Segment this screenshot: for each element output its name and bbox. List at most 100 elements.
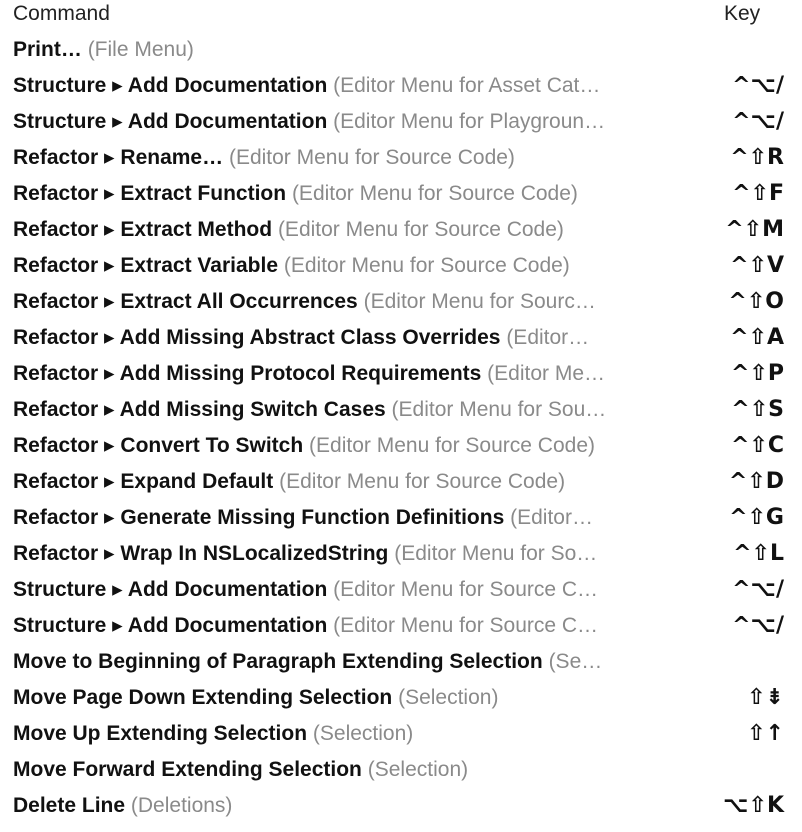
command-name: Structure ▸ Add Documentation: [13, 614, 328, 637]
table-row[interactable]: Move Forward Extending Selection (Select…: [0, 752, 802, 788]
table-row[interactable]: Structure ▸ Add Documentation (Editor Me…: [0, 572, 802, 608]
key-binding-cell[interactable]: ^⌥/: [732, 109, 784, 135]
command-context: (Se…: [548, 650, 603, 673]
key-column-header[interactable]: Key: [724, 2, 760, 26]
command-context: (File Menu): [87, 38, 194, 61]
key-binding-cell[interactable]: ^⌥/: [732, 577, 784, 603]
key-binding-cell[interactable]: ^⇧R: [730, 145, 784, 171]
command-cell: Structure ▸ Add Documentation (Editor Me…: [13, 109, 661, 135]
table-row[interactable]: Refactor ▸ Add Missing Protocol Requirem…: [0, 356, 802, 392]
table-row[interactable]: Structure ▸ Add Documentation (Editor Me…: [0, 104, 802, 140]
table-row[interactable]: Refactor ▸ Extract All Occurrences (Edit…: [0, 284, 802, 320]
command-cell: Structure ▸ Add Documentation (Editor Me…: [13, 73, 661, 99]
command-context: (Editor…: [510, 506, 593, 529]
command-cell: Move to Beginning of Paragraph Extending…: [13, 649, 661, 675]
command-cell: Delete Line (Deletions): [13, 793, 661, 819]
command-cell: Refactor ▸ Generate Missing Function Def…: [13, 505, 661, 531]
command-cell: Refactor ▸ Wrap In NSLocalizedString (Ed…: [13, 541, 661, 567]
command-cell: Refactor ▸ Add Missing Protocol Requirem…: [13, 361, 661, 387]
command-context: (Editor Menu for Source Code): [279, 470, 566, 493]
command-cell: Structure ▸ Add Documentation (Editor Me…: [13, 613, 661, 639]
table-row[interactable]: Move to Beginning of Paragraph Extending…: [0, 644, 802, 680]
command-name: Refactor ▸ Rename…: [13, 146, 224, 169]
command-name: Refactor ▸ Extract Function: [13, 182, 287, 205]
key-binding-cell[interactable]: ^⇧O: [728, 289, 784, 315]
command-context: (Deletions): [130, 794, 233, 817]
command-context: (Editor Menu for Source C…: [333, 614, 599, 637]
table-row[interactable]: Move Page Down Extending Selection (Sele…: [0, 680, 802, 716]
key-binding-cell[interactable]: ⌥⇧K: [723, 793, 784, 819]
command-cell: Move Forward Extending Selection (Select…: [13, 757, 661, 783]
command-context: (Editor Menu for Playgroun…: [333, 110, 606, 133]
key-binding-cell[interactable]: ^⇧A: [730, 325, 784, 351]
table-row[interactable]: Refactor ▸ Extract Variable (Editor Menu…: [0, 248, 802, 284]
command-name: Delete Line: [13, 794, 126, 817]
command-name: Refactor ▸ Expand Default: [13, 470, 274, 493]
command-cell: Refactor ▸ Rename… (Editor Menu for Sour…: [13, 145, 661, 171]
command-name: Structure ▸ Add Documentation: [13, 110, 328, 133]
command-cell: Refactor ▸ Add Missing Abstract Class Ov…: [13, 325, 661, 351]
table-row[interactable]: Refactor ▸ Extract Method (Editor Menu f…: [0, 212, 802, 248]
command-name: Print…: [13, 38, 82, 61]
command-context: (Selection): [367, 758, 469, 781]
key-binding-cell[interactable]: ^⇧L: [733, 541, 784, 567]
key-binding-cell[interactable]: ^⌥/: [732, 73, 784, 99]
command-context: (Editor Menu for Asset Cat…: [333, 74, 601, 97]
table-row[interactable]: Refactor ▸ Extract Function (Editor Menu…: [0, 176, 802, 212]
table-row[interactable]: Delete Line (Deletions) ⌥⇧K: [0, 788, 802, 824]
key-binding-cell[interactable]: ⇧↑: [747, 721, 784, 747]
command-cell: Refactor ▸ Extract Function (Editor Menu…: [13, 181, 661, 207]
command-name: Refactor ▸ Extract Method: [13, 218, 273, 241]
command-context: (Editor Menu for Sou…: [391, 398, 607, 421]
table-row[interactable]: Refactor ▸ Wrap In NSLocalizedString (Ed…: [0, 536, 802, 572]
command-context: (Editor Menu for Source Code): [228, 146, 515, 169]
command-column-header[interactable]: Command: [13, 2, 110, 26]
table-row[interactable]: Structure ▸ Add Documentation (Editor Me…: [0, 68, 802, 104]
command-name: Move to Beginning of Paragraph Extending…: [13, 650, 543, 673]
key-binding-cell[interactable]: ^⇧V: [730, 253, 784, 279]
table-row[interactable]: Refactor ▸ Generate Missing Function Def…: [0, 500, 802, 536]
command-name: Refactor ▸ Add Missing Protocol Requirem…: [13, 362, 482, 385]
table-row[interactable]: Print… (File Menu): [0, 32, 802, 68]
command-cell: Refactor ▸ Add Missing Switch Cases (Edi…: [13, 397, 661, 423]
command-cell: Refactor ▸ Extract Method (Editor Menu f…: [13, 217, 661, 243]
key-bindings-list: Print… (File Menu) Structure ▸ Add Docume…: [0, 32, 802, 824]
command-name: Move Page Down Extending Selection: [13, 686, 393, 709]
command-name: Refactor ▸ Wrap In NSLocalizedString: [13, 542, 389, 565]
key-binding-cell[interactable]: ⇧⇟: [747, 685, 784, 711]
table-row[interactable]: Refactor ▸ Expand Default (Editor Menu f…: [0, 464, 802, 500]
command-context: (Editor Menu for Source C…: [333, 578, 599, 601]
command-cell: Refactor ▸ Expand Default (Editor Menu f…: [13, 469, 661, 495]
command-name: Move Up Extending Selection: [13, 722, 308, 745]
command-cell: Move Page Down Extending Selection (Sele…: [13, 685, 661, 711]
key-binding-cell[interactable]: ^⌥/: [732, 613, 784, 639]
command-name: Refactor ▸ Convert To Switch: [13, 434, 304, 457]
table-row[interactable]: Move Up Extending Selection (Selection) ⇧…: [0, 716, 802, 752]
table-row[interactable]: Structure ▸ Add Documentation (Editor Me…: [0, 608, 802, 644]
command-context: (Editor Menu for Source Code): [309, 434, 595, 457]
key-binding-cell[interactable]: ^⇧P: [731, 361, 784, 387]
command-name: Move Forward Extending Selection: [13, 758, 362, 781]
key-binding-cell[interactable]: ^⇧S: [731, 397, 784, 423]
command-cell: Refactor ▸ Extract Variable (Editor Menu…: [13, 253, 661, 279]
command-name: Structure ▸ Add Documentation: [13, 74, 328, 97]
table-row[interactable]: Refactor ▸ Add Missing Abstract Class Ov…: [0, 320, 802, 356]
command-context: (Editor…: [506, 326, 590, 349]
key-binding-cell[interactable]: ^⇧C: [731, 433, 784, 459]
key-binding-cell[interactable]: ^⇧F: [732, 181, 784, 207]
command-context: (Selection): [312, 722, 414, 745]
command-context: (Editor Menu for Source Code): [277, 218, 564, 241]
command-cell: Structure ▸ Add Documentation (Editor Me…: [13, 577, 661, 603]
key-binding-cell[interactable]: ^⇧M: [725, 217, 784, 243]
command-context: (Editor Menu for Source Code): [291, 182, 578, 205]
command-context: (Editor Menu for Source Code): [283, 254, 570, 277]
key-binding-cell[interactable]: ^⇧G: [729, 505, 784, 531]
key-binding-cell[interactable]: ^⇧D: [729, 469, 784, 495]
command-context: (Editor Me…: [487, 362, 606, 385]
command-context: (Editor Menu for Sourc…: [363, 290, 596, 313]
command-name: Refactor ▸ Extract All Occurrences: [13, 290, 358, 313]
table-row[interactable]: Refactor ▸ Convert To Switch (Editor Men…: [0, 428, 802, 464]
command-name: Structure ▸ Add Documentation: [13, 578, 328, 601]
table-row[interactable]: Refactor ▸ Rename… (Editor Menu for Sour…: [0, 140, 802, 176]
table-row[interactable]: Refactor ▸ Add Missing Switch Cases (Edi…: [0, 392, 802, 428]
